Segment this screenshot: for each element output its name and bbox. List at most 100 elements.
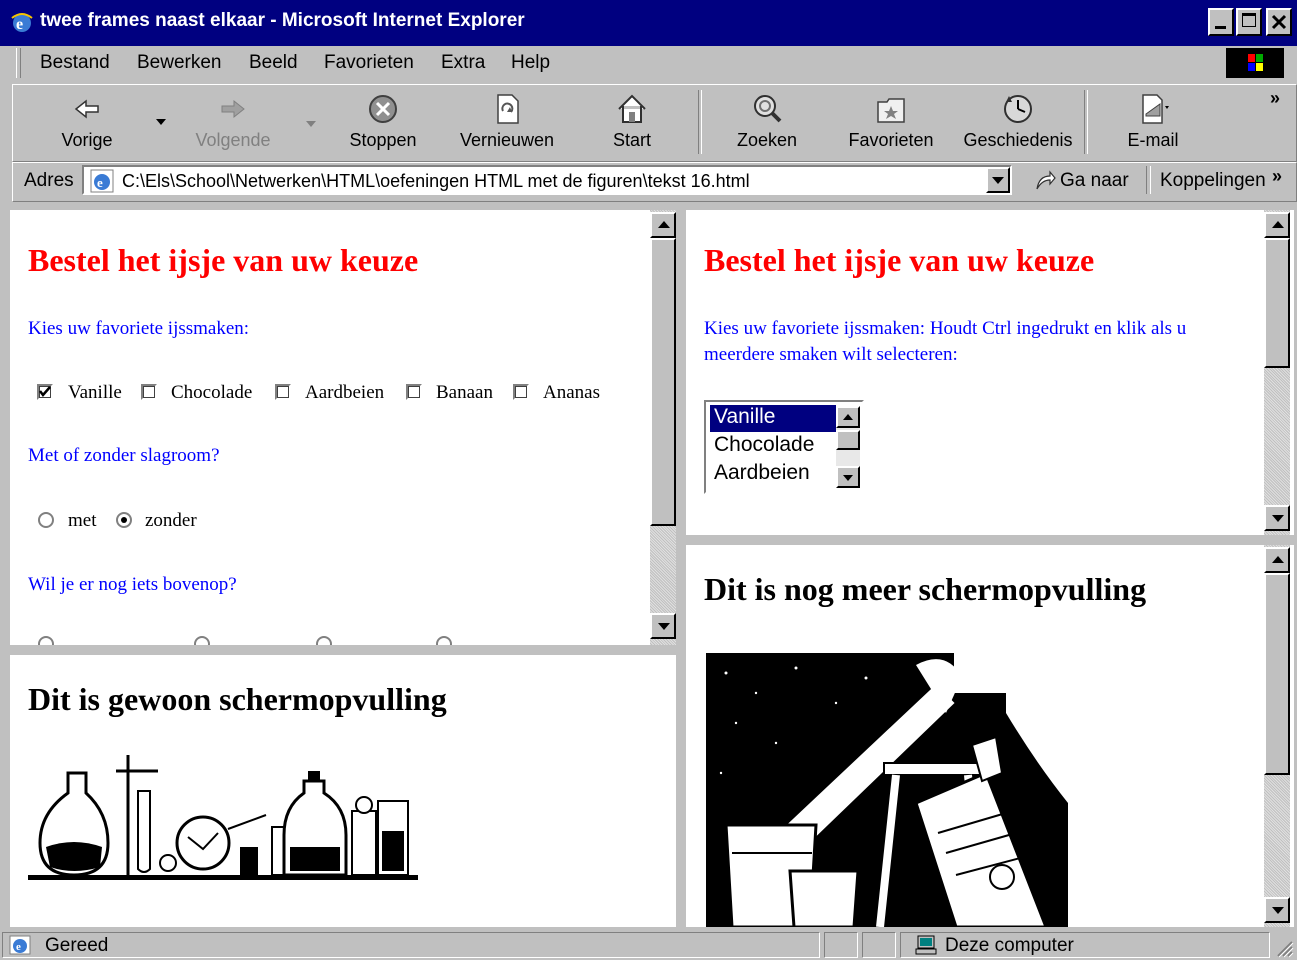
home-button[interactable]: Start (577, 88, 687, 156)
scroll-thumb[interactable] (1264, 238, 1290, 368)
menu-bar: Bestand Bewerken Beeld Favorieten Extra … (12, 46, 1295, 80)
checkbox-ananas[interactable] (513, 384, 529, 400)
close-button[interactable] (1266, 8, 1292, 36)
frame-top-left: Bestel het ijsje van uw keuze Kies uw fa… (10, 210, 676, 645)
back-dropdown-icon[interactable] (155, 118, 167, 126)
address-input[interactable]: e C:\Els\School\Netwerken\HTML\oefeninge… (82, 165, 1012, 195)
checkbox-chocolade[interactable] (141, 384, 157, 400)
radio-zonder[interactable] (116, 512, 132, 528)
history-label: Geschiedenis (963, 130, 1073, 150)
listbox-scrollbar[interactable] (836, 406, 860, 488)
flavor-label: Vanille (68, 382, 122, 403)
laboratory-illustration (28, 755, 418, 880)
frame-bottom-left: Dit is gewoon schermopvulling (10, 655, 676, 927)
listbox-scroll-thumb[interactable] (836, 430, 860, 450)
mail-button[interactable]: E-mail (1098, 88, 1208, 156)
stop-button[interactable]: Stoppen (328, 88, 438, 156)
radio-topping[interactable] (38, 636, 54, 645)
listbox-scroll-up[interactable] (836, 406, 860, 428)
listbox-option-selected[interactable]: Vanille (710, 405, 836, 432)
title-bar: e twee frames naast elkaar - Microsoft I… (0, 0, 1297, 46)
radio-met[interactable] (38, 512, 54, 528)
svg-text:e: e (97, 175, 103, 190)
go-button[interactable]: Ga naar (1030, 166, 1140, 196)
search-icon (754, 95, 782, 123)
listbox-option[interactable]: Aardbeien (710, 461, 836, 488)
toolbar-separator-2 (1084, 90, 1088, 154)
checkmark-icon (39, 386, 51, 397)
checkbox-vanille[interactable] (37, 384, 53, 400)
svg-text:e: e (16, 941, 21, 953)
stop-icon (369, 95, 397, 123)
menu-extra[interactable]: Extra (441, 52, 485, 74)
scrollbar-vertical[interactable] (1264, 210, 1290, 535)
menu-bewerken[interactable]: Bewerken (137, 52, 222, 74)
flavor-prompt: Kies uw favoriete ijssmaken: (28, 318, 250, 339)
refresh-label: Vernieuwen (459, 130, 555, 150)
radio-topping[interactable] (316, 636, 332, 645)
cream-option-label: met (68, 510, 97, 531)
menu-beeld[interactable]: Beeld (249, 52, 298, 74)
scroll-up-button[interactable] (1264, 212, 1290, 238)
menu-bestand[interactable]: Bestand (40, 52, 110, 74)
forward-button[interactable]: Volgende (178, 88, 288, 156)
page-heading: Dit is gewoon schermopvulling (28, 681, 447, 717)
mail-icon (1142, 94, 1169, 124)
address-separator (1146, 166, 1151, 194)
cream-question: Met of zonder slagroom? (28, 445, 220, 466)
address-value: C:\Els\School\Netwerken\HTML\oefeningen … (122, 171, 750, 191)
flavor-label: Aardbeien (305, 382, 385, 403)
flavor-label: Ananas (543, 382, 600, 403)
scroll-down-button[interactable] (650, 613, 676, 639)
status-panel (862, 932, 896, 958)
computer-icon (915, 935, 937, 955)
checkbox-aardbeien[interactable] (275, 384, 291, 400)
scrollbar-vertical[interactable] (1264, 545, 1290, 927)
favorites-button[interactable]: Favorieten (836, 88, 946, 156)
flavor-listbox[interactable]: Vanille Chocolade Aardbeien (704, 400, 864, 494)
page-icon: e (90, 169, 114, 193)
stop-label: Stoppen (349, 130, 417, 150)
refresh-icon (497, 94, 519, 124)
scroll-thumb[interactable] (650, 238, 676, 526)
search-button[interactable]: Zoeken (712, 88, 822, 156)
zone-text: Deze computer (945, 935, 1074, 956)
topping-question: Wil je er nog iets bovenop? (28, 574, 237, 595)
page-heading: Dit is nog meer schermopvulling (704, 571, 1147, 607)
scroll-thumb[interactable] (1264, 573, 1290, 775)
forward-dropdown-icon[interactable] (305, 120, 317, 128)
history-button[interactable]: Geschiedenis (960, 88, 1076, 156)
radio-topping[interactable] (436, 636, 452, 645)
menu-help[interactable]: Help (511, 52, 550, 74)
radio-topping[interactable] (194, 636, 210, 645)
links-more-chevron[interactable]: » (1272, 166, 1282, 187)
status-zone-panel: Deze computer (900, 932, 1270, 958)
back-button[interactable]: Vorige (32, 88, 142, 156)
checkbox-banaan[interactable] (406, 384, 422, 400)
resize-grip-icon[interactable] (1274, 938, 1294, 958)
toolbar-more-chevron[interactable]: » (1270, 88, 1280, 109)
forward-label: Volgende (195, 130, 271, 150)
links-button[interactable]: Koppelingen (1160, 170, 1266, 192)
listbox-scroll-down[interactable] (836, 466, 860, 488)
scroll-down-button[interactable] (1264, 897, 1290, 923)
maximize-button[interactable] (1236, 8, 1262, 36)
forward-arrow-icon (221, 99, 245, 119)
minimize-button[interactable] (1208, 8, 1234, 36)
scroll-down-button[interactable] (1264, 505, 1290, 531)
favorites-folder-icon (877, 98, 905, 123)
refresh-button[interactable]: Vernieuwen (452, 88, 562, 156)
cream-option-label: zonder (145, 510, 197, 531)
menu-grip[interactable] (16, 48, 21, 78)
listbox-option[interactable]: Chocolade (710, 433, 836, 460)
menu-favorieten[interactable]: Favorieten (324, 52, 414, 74)
chemistry-illustration (706, 653, 1068, 927)
windows-logo-icon (1226, 48, 1284, 78)
address-dropdown-button[interactable] (986, 167, 1010, 193)
scroll-up-button[interactable] (1264, 547, 1290, 573)
page-heading: Bestel het ijsje van uw keuze (704, 242, 1095, 278)
scroll-up-button[interactable] (650, 212, 676, 238)
scrollbar-vertical[interactable] (650, 210, 676, 645)
home-icon (618, 94, 646, 123)
go-arrow-icon (1036, 170, 1056, 190)
